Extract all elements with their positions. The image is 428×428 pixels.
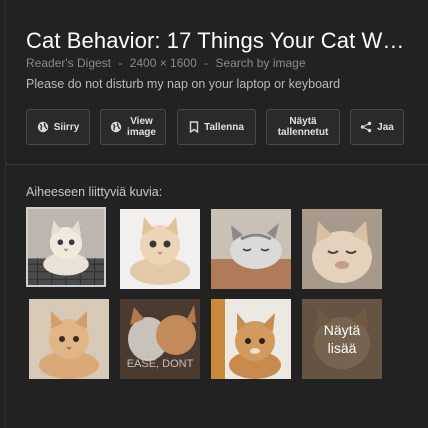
related-thumbnail-6[interactable]: EASE, DONT — [120, 299, 200, 379]
meta-separator: - — [204, 56, 209, 70]
kitten-image — [120, 209, 200, 289]
globe-icon — [110, 121, 122, 133]
save-label: Tallenna — [204, 121, 244, 133]
show-more-tile[interactable]: Näytä lisää — [302, 299, 382, 379]
related-thumbnail-7[interactable] — [211, 299, 291, 379]
related-thumbnail-1[interactable] — [26, 207, 106, 287]
kitten-image — [29, 299, 109, 379]
bookmark-icon — [189, 121, 199, 133]
view-image-label: View image — [127, 116, 156, 138]
save-button[interactable]: Tallenna — [177, 109, 256, 145]
kittens-image: EASE, DONT — [120, 299, 200, 379]
result-title[interactable]: Cat Behavior: 17 Things Your Cat W… — [26, 28, 418, 54]
search-by-image-link[interactable]: Search by image — [215, 56, 305, 70]
meta-separator: - — [118, 56, 123, 70]
related-images-label: Aiheeseen liittyviä kuvia: — [26, 185, 163, 199]
cat-image — [302, 209, 382, 289]
show-more-label: Näytä lisää — [323, 322, 361, 356]
view-saved-button[interactable]: Näytä tallennetut — [266, 109, 340, 145]
svg-text:EASE, DONT: EASE, DONT — [127, 358, 194, 370]
related-thumbnail-2[interactable] — [120, 209, 200, 289]
section-divider — [5, 164, 428, 165]
result-description: Please do not disturb my nap on your lap… — [26, 77, 341, 91]
related-thumbnail-5[interactable] — [29, 299, 109, 379]
kitten-image — [28, 209, 104, 285]
view-saved-label: Näytä tallennetut — [277, 116, 329, 138]
result-meta: Reader's Digest - 2400 × 1600 - Search b… — [26, 56, 306, 70]
cat-image — [211, 299, 291, 379]
globe-icon — [37, 121, 49, 133]
related-thumbnail-4[interactable] — [302, 209, 382, 289]
visit-label: Siirry — [53, 121, 80, 133]
view-image-button[interactable]: View image — [100, 109, 166, 145]
image-dimensions: 2400 × 1600 — [129, 56, 197, 70]
kitten-image — [211, 209, 291, 289]
share-label: Jaa — [377, 121, 394, 133]
share-button[interactable]: Jaa — [350, 109, 404, 145]
related-thumbnail-3[interactable] — [211, 209, 291, 289]
source-name[interactable]: Reader's Digest — [26, 56, 111, 70]
visit-button[interactable]: Siirry — [26, 109, 90, 145]
share-icon — [360, 121, 372, 133]
